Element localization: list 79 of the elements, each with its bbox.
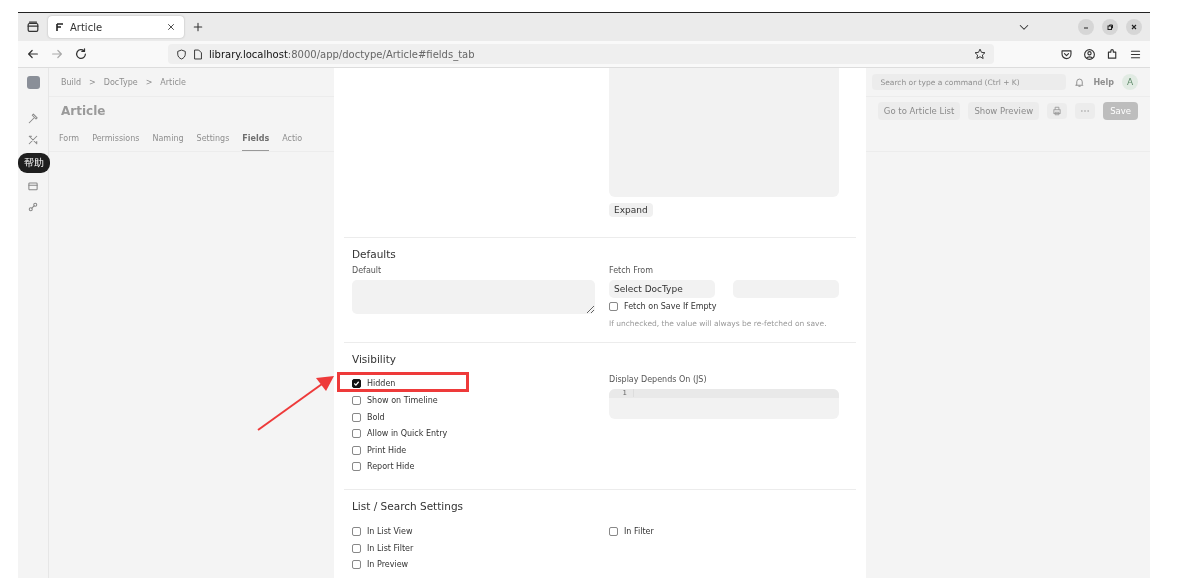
avatar[interactable]: A xyxy=(1122,74,1138,90)
checkbox-option[interactable]: Bold xyxy=(352,408,385,426)
checkmark-icon xyxy=(353,380,360,388)
close-icon xyxy=(1130,23,1138,31)
close-button[interactable] xyxy=(1126,19,1142,35)
tools-icon[interactable] xyxy=(27,134,39,146)
checkbox[interactable] xyxy=(352,445,361,455)
checkbox-option[interactable]: In List Filter xyxy=(352,539,414,557)
help-menu[interactable]: Help xyxy=(1093,77,1114,87)
form-tab[interactable]: Actio xyxy=(282,134,303,151)
breadcrumb-link[interactable]: Article xyxy=(160,77,186,87)
checkbox[interactable] xyxy=(352,412,361,422)
checkbox[interactable] xyxy=(609,301,618,311)
checkbox[interactable] xyxy=(352,462,361,472)
checkbox-option[interactable]: Show on Timeline xyxy=(352,392,438,409)
print-button[interactable] xyxy=(1047,103,1068,119)
bell-icon[interactable] xyxy=(1074,76,1086,88)
checkbox[interactable] xyxy=(352,543,361,553)
breadcrumb-link[interactable]: Build xyxy=(61,77,82,87)
text-editor-field[interactable] xyxy=(609,68,839,197)
extensions-icon[interactable] xyxy=(1106,47,1119,61)
restore-icon xyxy=(1106,23,1114,31)
checkbox[interactable] xyxy=(609,526,618,536)
hammer-icon[interactable] xyxy=(27,113,39,125)
section-heading: List / Search Settings xyxy=(352,500,465,513)
checkbox-option[interactable]: Fetch on Save If Empty xyxy=(609,298,717,315)
breadcrumb-separator: > xyxy=(89,77,96,87)
link-icon[interactable] xyxy=(27,201,39,213)
app-logo-icon[interactable] xyxy=(26,76,40,89)
close-icon[interactable] xyxy=(166,22,176,32)
doctype-select-field[interactable]: Select DocType xyxy=(609,280,715,298)
restore-button[interactable] xyxy=(1102,19,1118,35)
form-tab[interactable]: Naming xyxy=(152,134,184,151)
checkbox[interactable] xyxy=(352,379,361,389)
checkbox[interactable] xyxy=(352,396,361,405)
calendar-icon[interactable] xyxy=(27,180,39,192)
address-bar[interactable]: library.localhost:8000/app/doctype/Article#fields_tab xyxy=(168,44,994,64)
page-icon xyxy=(193,48,203,60)
action-button[interactable]: Show Preview xyxy=(968,102,1040,120)
breadcrumb-link[interactable]: DocType xyxy=(103,77,138,87)
pocket-icon[interactable] xyxy=(1060,47,1073,61)
field-label: Display Depends On (JS) xyxy=(609,374,707,384)
checkbox-option[interactable]: In Filter xyxy=(609,523,654,540)
app-logo-icon xyxy=(56,22,64,32)
minimize-button[interactable] xyxy=(1078,19,1094,35)
breadcrumb-separator: > xyxy=(145,77,153,87)
browser-tab[interactable]: Article xyxy=(48,16,184,38)
checkbox-option[interactable]: Print Hide xyxy=(352,441,407,459)
shield-icon xyxy=(176,48,187,60)
default-input-field[interactable] xyxy=(352,280,595,314)
form-tab[interactable]: Permissions xyxy=(92,134,140,151)
url-text: library.localhost:8000/app/doctype/Article#fields_tab xyxy=(209,48,475,60)
checkbox-option[interactable]: In List View xyxy=(352,523,413,540)
checkbox[interactable] xyxy=(352,526,361,536)
action-button[interactable]: Go to Article List xyxy=(877,102,961,120)
tab-list-icon[interactable] xyxy=(26,20,40,34)
checkbox[interactable] xyxy=(352,429,361,439)
expand-button[interactable]: Expand xyxy=(609,203,653,217)
section-heading: Visibility xyxy=(352,352,397,365)
page-title: Article xyxy=(61,104,106,118)
form-tab[interactable]: Settings xyxy=(196,134,230,151)
star-icon[interactable] xyxy=(974,48,986,60)
tooltip: 帮助 xyxy=(18,153,50,173)
form-tab[interactable]: Form xyxy=(59,134,80,151)
section-heading: Defaults xyxy=(352,248,397,260)
forward-icon[interactable] xyxy=(50,47,64,61)
account-icon[interactable] xyxy=(1083,47,1096,61)
checkbox-option[interactable]: Allow in Quick Entry xyxy=(352,425,448,442)
checkbox[interactable] xyxy=(352,560,361,570)
back-icon[interactable] xyxy=(26,47,40,61)
plus-icon[interactable] xyxy=(192,21,204,33)
checkbox-option[interactable]: Hidden xyxy=(352,375,396,393)
checkbox-option[interactable]: In Preview xyxy=(352,556,409,573)
field-label: Fetch From xyxy=(609,266,654,275)
field-label: Default xyxy=(352,266,382,275)
checkbox-option[interactable]: Report Hide xyxy=(352,458,415,476)
reload-icon[interactable] xyxy=(74,47,88,61)
form-tab[interactable]: Fields xyxy=(242,134,270,151)
printer-icon xyxy=(1052,106,1063,116)
